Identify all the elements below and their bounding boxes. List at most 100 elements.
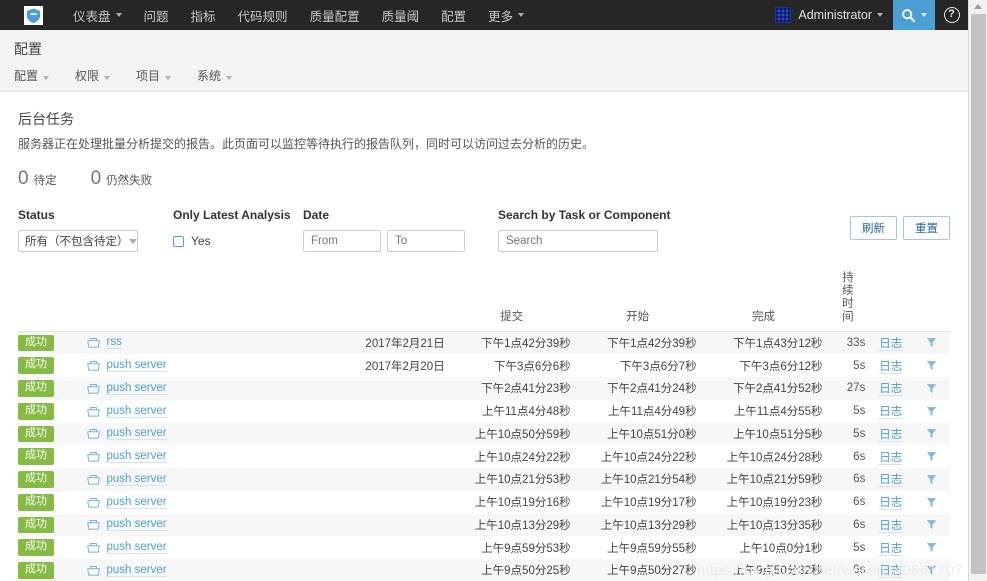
cell-submitted: 上午11点4分48秒	[482, 406, 571, 419]
component-link[interactable]: push server	[106, 450, 167, 464]
component-link[interactable]: rss	[106, 336, 122, 350]
cell-component: push server	[83, 559, 310, 581]
component-link[interactable]: push server	[106, 382, 167, 395]
chevron-down-icon	[877, 13, 883, 17]
status-badge: 成功	[18, 493, 54, 511]
cell-actions	[912, 491, 950, 514]
filter-funnel-icon[interactable]	[926, 451, 937, 462]
filter-funnel-icon[interactable]	[926, 360, 937, 371]
folder-icon	[87, 406, 101, 417]
table-row: 成功 push server 上午10点24分22秒 上午10点24分22秒 上午10点…	[18, 445, 950, 468]
background-tasks-table: 提交 开始 完成 持续时间 成功 rss 2017年2月21日 下午1点42分39秒下…	[18, 266, 950, 581]
table-row: 成功 push server 上午10点13分29秒 上午10点13分29秒 上午10点…	[18, 513, 950, 537]
log-link[interactable]: 日志	[879, 519, 903, 533]
component-link[interactable]: push server	[106, 359, 167, 373]
component-link[interactable]: push server	[106, 564, 167, 577]
search-input[interactable]	[498, 230, 658, 252]
nav-item-dashboard[interactable]: 仪表盘	[62, 0, 133, 30]
log-link[interactable]: 日志	[879, 542, 903, 556]
help-button[interactable]: ?	[935, 0, 968, 30]
status-select[interactable]: 所有（不包含待定）	[18, 230, 138, 252]
date-to-input[interactable]	[387, 230, 465, 252]
component-link[interactable]: push server	[106, 405, 167, 418]
table-row: 成功 rss 2017年2月21日 下午1点42分39秒 下午1点42分39秒 下午1点4…	[18, 331, 950, 355]
log-link[interactable]: 日志	[879, 474, 903, 488]
only-latest-checkbox[interactable]: Yes	[173, 230, 303, 252]
app-logo[interactable]	[18, 0, 48, 30]
filter-funnel-icon[interactable]	[926, 497, 937, 508]
nav-item-label: 质量阈	[381, 9, 420, 24]
cell-date	[310, 491, 449, 514]
scrollbar-thumb[interactable]	[971, 14, 986, 574]
log-link[interactable]: 日志	[879, 428, 903, 442]
nav-item-quality-profiles[interactable]: 质量配置	[299, 0, 371, 30]
filter-funnel-icon[interactable]	[926, 474, 937, 485]
component-link[interactable]: push server	[106, 427, 167, 441]
subnav-item-projects[interactable]: 项目	[136, 67, 172, 84]
nav-item-measures[interactable]: 指标	[180, 0, 227, 30]
component-link[interactable]: push server	[106, 496, 167, 509]
nav-item-label: 配置	[441, 9, 467, 24]
log-link[interactable]: 日志	[879, 451, 903, 465]
scroll-up-arrow-icon[interactable]	[974, 4, 982, 9]
cell-status: 成功	[18, 514, 83, 537]
th-component	[83, 266, 311, 332]
table-row: 成功 push server 上午9点59分53秒 上午9点59分55秒 上午10点0分…	[18, 536, 950, 559]
filter-status: Status 所有（不包含待定）	[18, 208, 173, 252]
subnav-item-system[interactable]: 系统	[197, 67, 233, 84]
cell-date	[310, 445, 449, 468]
cell-duration: 6s	[853, 496, 866, 509]
checkbox-icon	[173, 235, 184, 247]
cell-component: push server	[83, 491, 310, 514]
component-link[interactable]: push server	[106, 473, 167, 486]
log-link[interactable]: 日志	[879, 406, 903, 420]
nav-item-quality-gates[interactable]: 质量阈	[371, 0, 431, 30]
log-link[interactable]: 日志	[879, 497, 903, 511]
table-body: 成功 rss 2017年2月21日 下午1点42分39秒 下午1点42分39秒 下午1点4…	[18, 331, 950, 581]
nav-item-administration[interactable]: 配置	[430, 0, 477, 30]
filter-funnel-icon[interactable]	[926, 406, 937, 417]
filter-funnel-icon[interactable]	[926, 383, 937, 394]
nav-item-issues[interactable]: 问题	[133, 0, 180, 30]
table-row: 成功 push server 上午10点50分59秒 上午10点51分0秒 上午10点5…	[18, 422, 950, 446]
component-link[interactable]: push server	[106, 541, 167, 555]
cell-started: 下午1点42分39秒	[607, 337, 697, 350]
cell-submitted: 下午3点6分6秒	[493, 360, 571, 373]
table-row: 成功 push server 下午2点41分23秒 下午2点41分24秒 下午2点41分…	[18, 377, 950, 400]
cell-log: 日志	[869, 491, 912, 514]
main-menu: 仪表盘 问题 指标 代码规则 质量配置 质量阈 配置 更多	[62, 0, 535, 30]
nav-item-more[interactable]: 更多	[477, 0, 535, 30]
log-link[interactable]: 日志	[879, 337, 903, 351]
cell-actions	[912, 331, 950, 354]
cell-submitted: 下午2点41分23秒	[481, 383, 571, 396]
chevron-down-icon	[518, 13, 525, 17]
filter-funnel-icon[interactable]	[926, 542, 937, 553]
th-finished: 完成	[700, 266, 827, 332]
cell-submitted: 上午10点50分59秒	[474, 428, 571, 441]
search-button[interactable]	[893, 0, 935, 30]
cell-actions	[912, 468, 950, 491]
subnav-item-configuration[interactable]: 配置	[14, 67, 50, 84]
filter-only-latest-label: Only Latest Analysis	[173, 208, 291, 222]
log-link[interactable]: 日志	[879, 383, 903, 397]
date-from-input[interactable]	[303, 230, 381, 252]
filter-funnel-icon[interactable]	[926, 428, 937, 439]
cell-date: 2017年2月20日	[365, 360, 445, 373]
cell-actions	[912, 423, 950, 446]
component-link[interactable]: push server	[106, 518, 167, 532]
nav-item-rules[interactable]: 代码规则	[227, 0, 299, 30]
subnav-item-permissions[interactable]: 权限	[75, 67, 111, 84]
nav-item-label: 代码规则	[237, 9, 288, 24]
reset-button[interactable]: 重置	[903, 216, 950, 240]
refresh-button[interactable]: 刷新	[850, 216, 897, 240]
filter-funnel-icon[interactable]	[926, 337, 937, 348]
nav-item-label: 问题	[143, 9, 169, 24]
nav-item-label: 质量配置	[309, 9, 360, 24]
chevron-down-icon	[128, 238, 137, 244]
cell-duration: 6s	[853, 450, 866, 463]
filter-funnel-icon[interactable]	[926, 519, 937, 530]
user-menu[interactable]: Administrator	[765, 0, 893, 30]
vertical-scrollbar[interactable]	[968, 0, 987, 581]
log-link[interactable]: 日志	[879, 360, 903, 374]
status-badge: 成功	[18, 357, 54, 374]
